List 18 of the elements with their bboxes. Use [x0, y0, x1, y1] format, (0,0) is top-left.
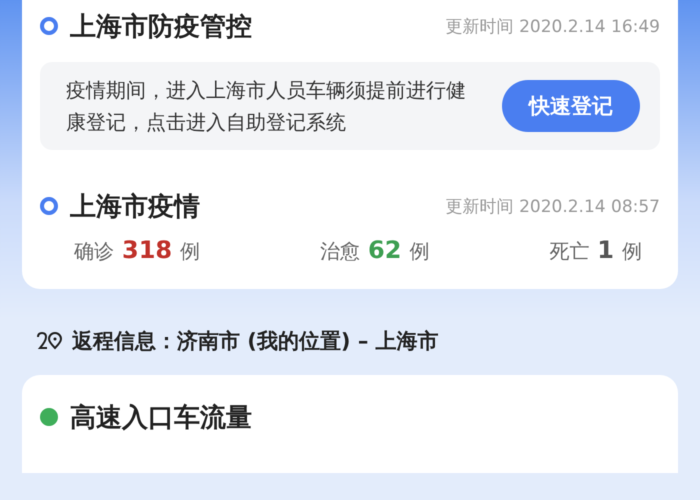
notice-text: 疫情期间，进入上海市人员车辆须提前进行健康登记，点击进入自助登记系统: [66, 77, 467, 136]
stat-label: 治愈: [320, 238, 360, 265]
update-time: 更新时间 2020.2.14 16:49: [446, 16, 660, 38]
section-title: 上海市防疫管控: [70, 10, 253, 44]
section-title: 高速入口车流量: [70, 402, 253, 434]
stat-unit: 例: [180, 238, 200, 265]
stat-label: 确诊: [74, 238, 114, 265]
section-title: 上海市疫情: [70, 190, 201, 224]
stat-value: 62: [368, 236, 402, 264]
register-button[interactable]: 快速登记: [502, 80, 640, 132]
stat-value: 318: [122, 236, 172, 264]
update-time: 更新时间 2020.2.14 08:57: [446, 196, 660, 218]
route-info: 返程信息：济南市 (我的位置) – 上海市: [72, 328, 439, 355]
stat-unit: 例: [622, 238, 642, 265]
stat-value: 1: [597, 236, 614, 264]
route-icon: [36, 331, 62, 351]
stat-label: 死亡: [549, 238, 590, 265]
stat-unit: 例: [409, 238, 430, 265]
